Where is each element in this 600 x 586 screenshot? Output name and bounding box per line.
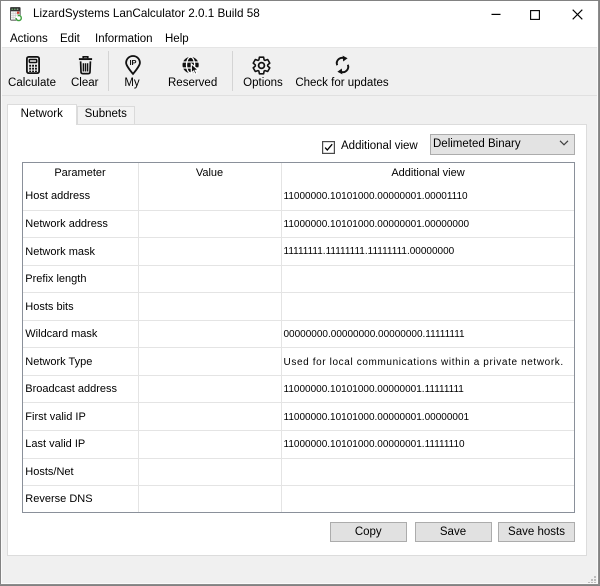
svg-text:IP: IP (129, 58, 136, 67)
